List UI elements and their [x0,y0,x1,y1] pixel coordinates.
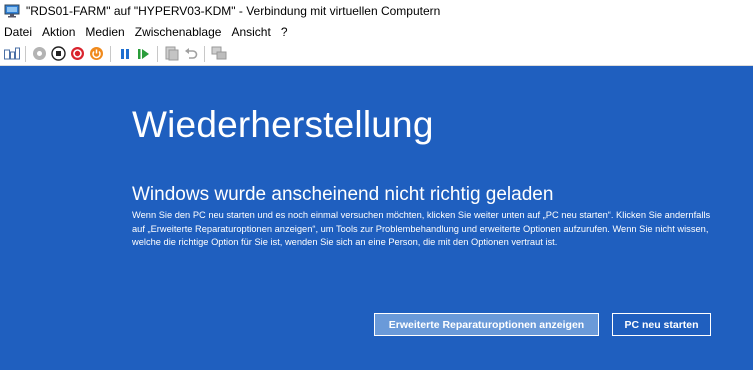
menu-help[interactable]: ? [281,25,288,39]
toolbar-separator [110,45,111,62]
turn-off-icon[interactable] [50,45,67,62]
vm-connection-icon [4,4,20,18]
toolbar-separator [204,45,205,62]
enhanced-session-icon[interactable] [210,45,227,62]
checkpoint-icon[interactable] [163,45,180,62]
window-title: "RDS01-FARM" auf "HYPERV03-KDM" - Verbin… [26,4,441,18]
menu-aktion[interactable]: Aktion [42,25,75,39]
menu-bar: Datei Aktion Medien Zwischenablage Ansic… [0,22,753,42]
menu-zwischenablage[interactable]: Zwischenablage [135,25,222,39]
menu-datei[interactable]: Datei [4,25,32,39]
vm-display[interactable]: Wiederherstellung Windows wurde anschein… [0,66,753,370]
title-bar: "RDS01-FARM" auf "HYPERV03-KDM" - Verbin… [0,0,753,22]
resume-icon[interactable] [135,45,152,62]
recovery-heading: Wiederherstellung [132,104,434,145]
recovery-description: Wenn Sie den PC neu starten und es noch … [132,210,711,247]
power-icon[interactable] [88,45,105,62]
toolbar [0,42,753,66]
start-icon[interactable] [31,45,48,62]
advanced-repair-options-button[interactable]: Erweiterte Reparaturoptionen anzeigen [374,313,599,336]
toolbar-separator [157,45,158,62]
shut-down-icon[interactable] [69,45,86,62]
pause-icon[interactable] [116,45,133,62]
recovery-subheading: Windows wurde anscheinend nicht richtig … [132,184,554,205]
restart-pc-button[interactable]: PC neu starten [612,313,711,336]
menu-medien[interactable]: Medien [85,25,124,39]
toolbar-separator [25,45,26,62]
ctrl-alt-del-icon[interactable] [3,45,20,62]
menu-ansicht[interactable]: Ansicht [231,25,270,39]
revert-icon[interactable] [182,45,199,62]
